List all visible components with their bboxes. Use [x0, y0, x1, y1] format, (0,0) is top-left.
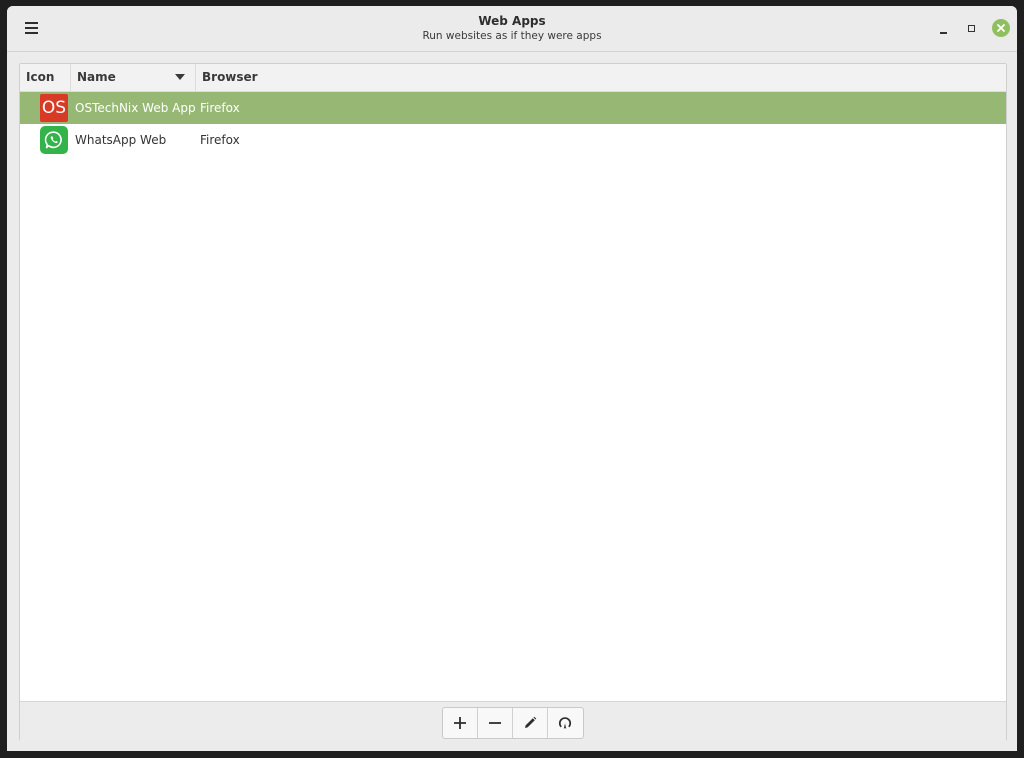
table-row[interactable]: OS OSTechNix Web App Firefox	[20, 92, 1006, 124]
bottom-toolbar	[20, 701, 1006, 741]
app-name: WhatsApp Web	[75, 133, 167, 147]
remove-icon	[489, 722, 501, 724]
column-name-label: Name	[77, 70, 116, 84]
close-button[interactable]	[992, 19, 1010, 37]
close-icon	[997, 24, 1005, 32]
edit-button[interactable]	[513, 708, 548, 738]
app-name: OSTechNix Web App	[75, 101, 196, 115]
run-icon	[558, 717, 572, 729]
column-header: Icon Name Browser	[20, 64, 1006, 92]
maximize-button[interactable]	[963, 20, 981, 38]
sort-descending-icon	[175, 74, 185, 80]
window-subtitle: Run websites as if they were apps	[422, 30, 602, 42]
app-browser: Firefox	[200, 133, 240, 147]
web-apps-window: Web Apps Run websites as if they were ap…	[7, 6, 1017, 751]
add-button[interactable]	[443, 708, 478, 738]
header-bar: Web Apps Run websites as if they were ap…	[7, 6, 1017, 52]
whatsapp-icon	[40, 126, 68, 154]
minimize-button[interactable]	[934, 20, 952, 38]
remove-button[interactable]	[478, 708, 513, 738]
whatsapp-logo-icon	[44, 131, 62, 149]
table-row[interactable]: WhatsApp Web Firefox	[20, 124, 1006, 156]
title-area: Web Apps Run websites as if they were ap…	[7, 14, 1017, 43]
add-icon	[454, 717, 466, 729]
window-title: Web Apps	[478, 14, 546, 28]
toolbar-button-group	[442, 707, 584, 739]
column-name[interactable]: Name	[71, 64, 196, 91]
app-browser: Firefox	[200, 101, 240, 115]
ostechnix-icon: OS	[40, 94, 68, 122]
column-icon[interactable]: Icon	[20, 64, 71, 91]
edit-icon	[525, 716, 537, 728]
column-browser[interactable]: Browser	[196, 64, 1006, 91]
run-button[interactable]	[548, 708, 583, 738]
web-apps-list: Icon Name Browser OS OSTechNix Web App F…	[19, 63, 1007, 741]
